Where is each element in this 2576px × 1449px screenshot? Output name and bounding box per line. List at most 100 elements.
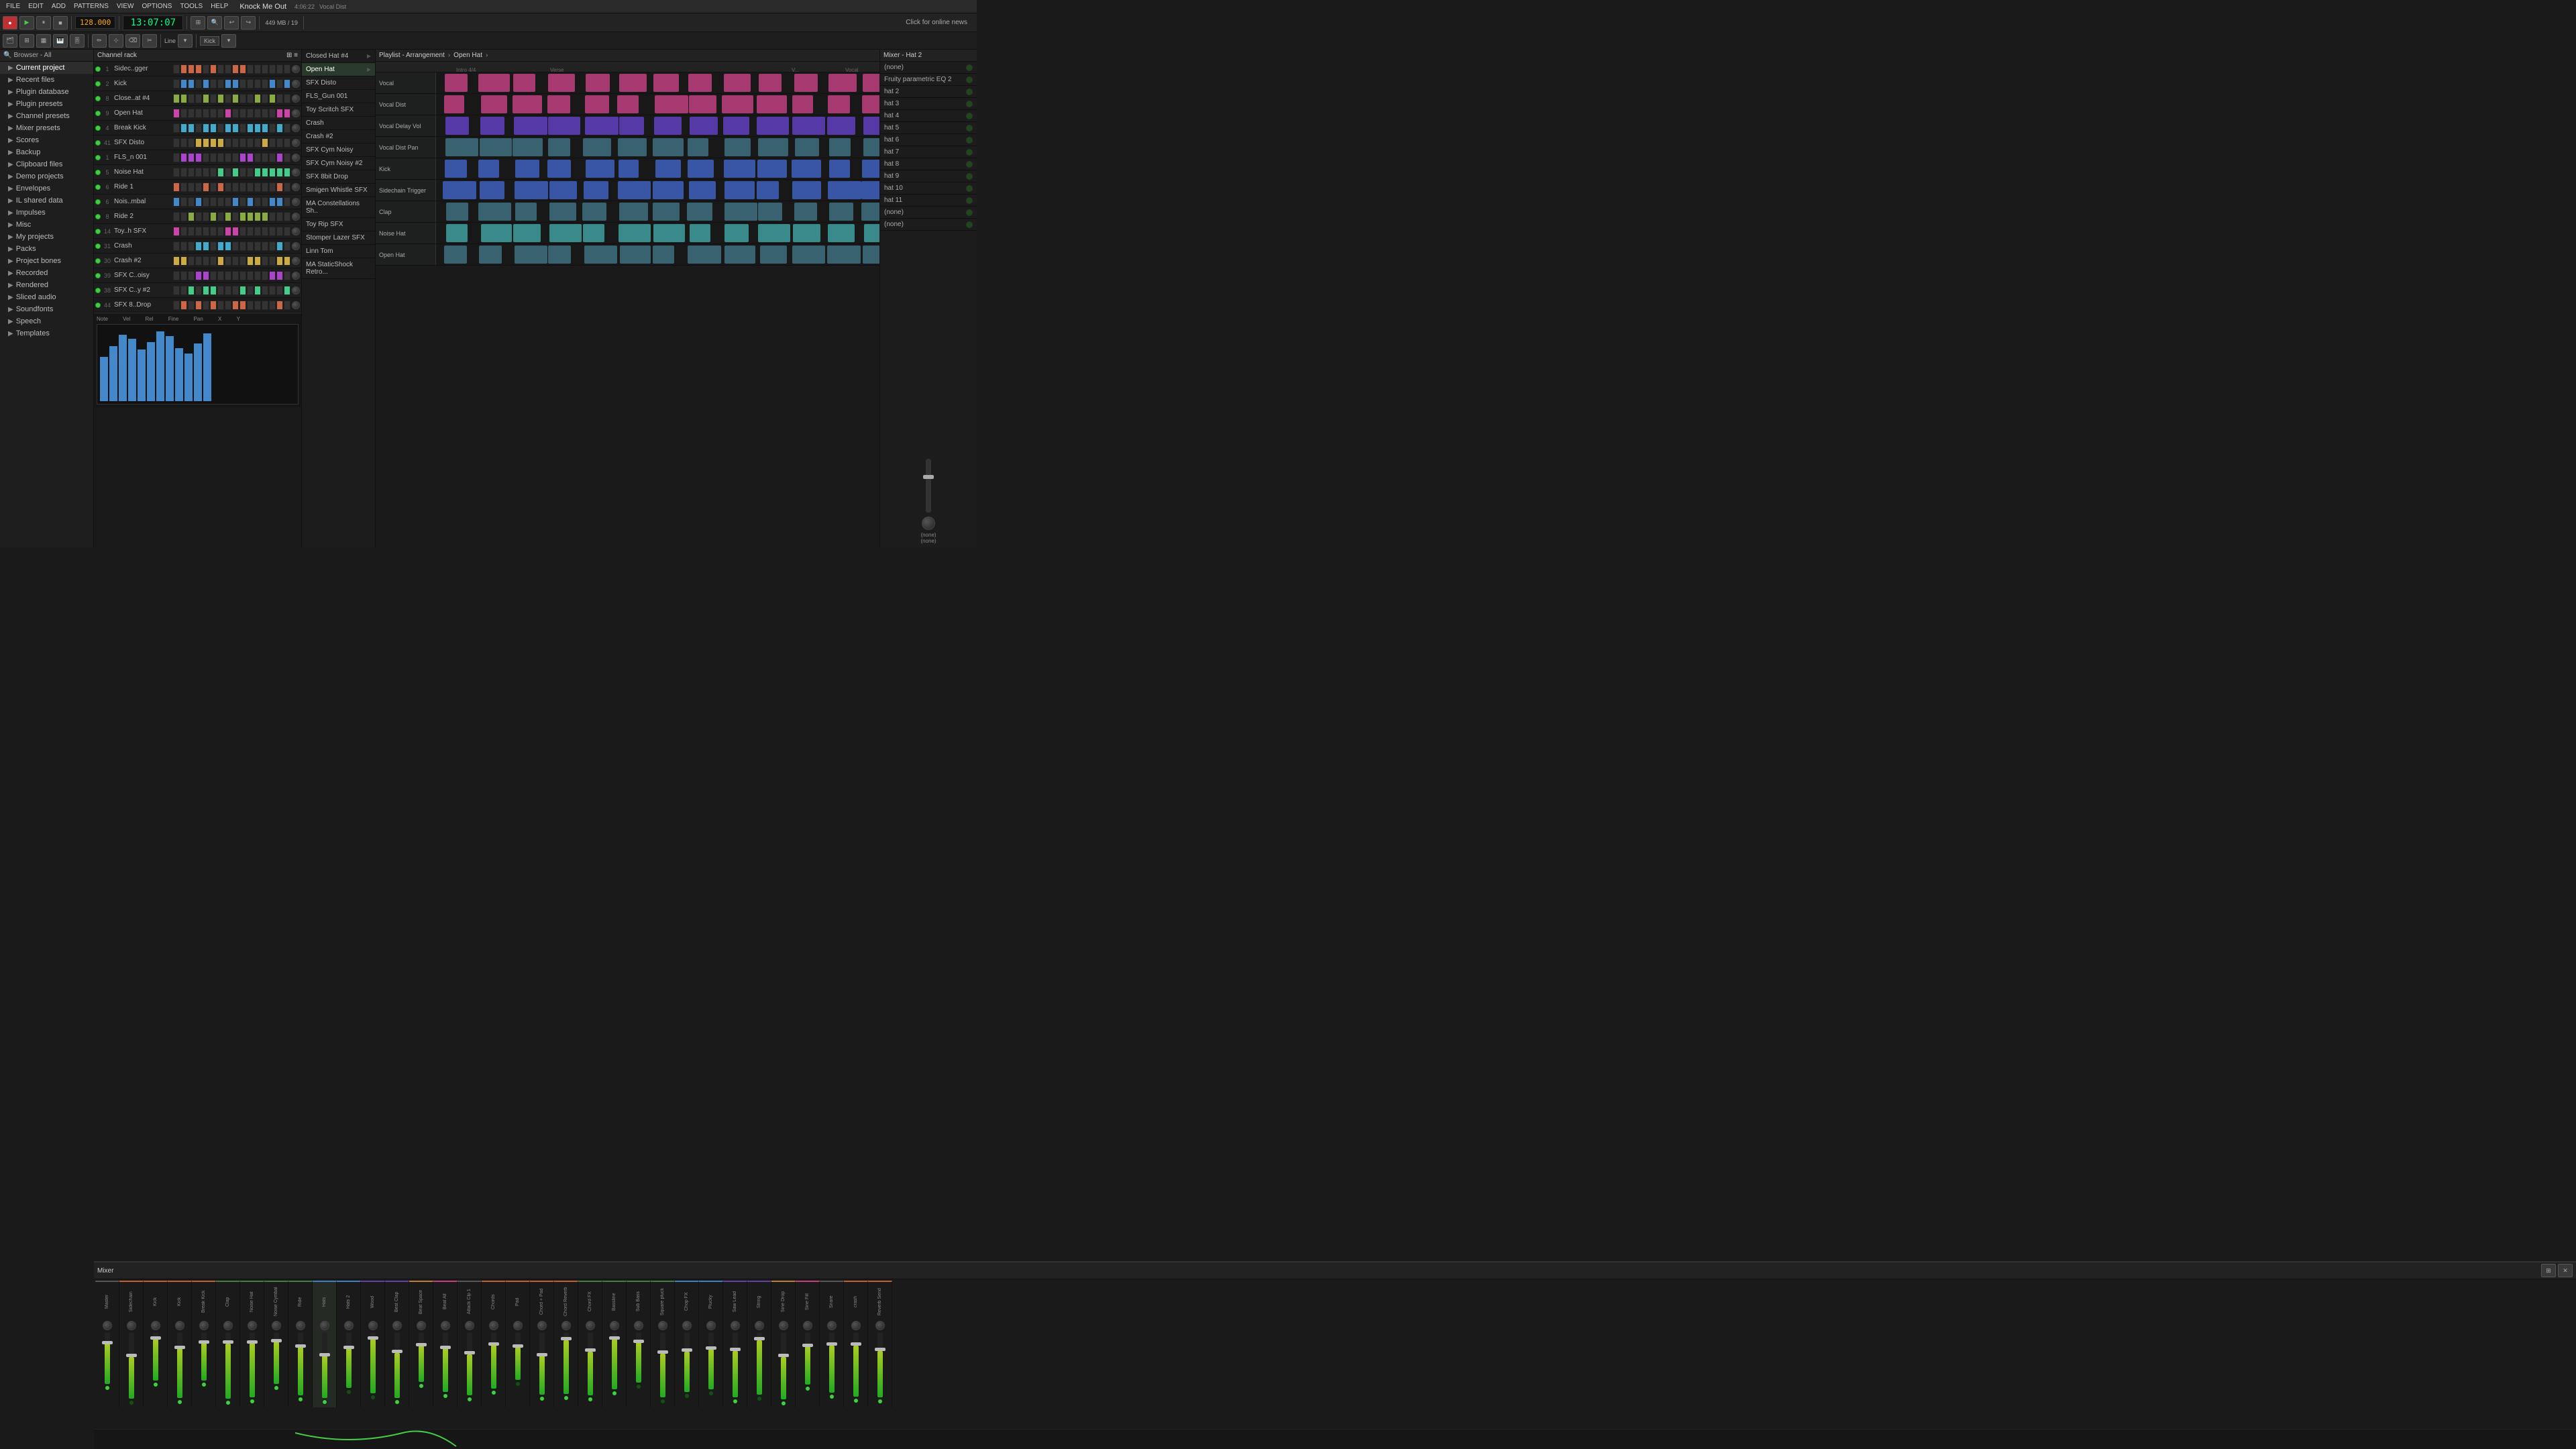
sidebar-item-packs[interactable]: ▶Packs: [0, 243, 93, 255]
step-2-4[interactable]: [203, 94, 209, 103]
step-2-14[interactable]: [276, 94, 283, 103]
mix-pan-12[interactable]: [392, 1321, 402, 1330]
step-14-14[interactable]: [276, 271, 283, 280]
mix-led-31[interactable]: [853, 1398, 859, 1403]
step-0-2[interactable]: [188, 64, 195, 74]
mix-pan-18[interactable]: [537, 1321, 547, 1330]
step-11-2[interactable]: [188, 227, 195, 236]
pattern-5-8[interactable]: [724, 181, 755, 199]
mix-fader-thumb-28[interactable]: [778, 1354, 789, 1357]
mix-led-20[interactable]: [588, 1397, 593, 1402]
step-6-13[interactable]: [269, 153, 276, 162]
step-12-0[interactable]: [173, 241, 180, 251]
step-0-3[interactable]: [195, 64, 202, 74]
pattern-4-7[interactable]: [688, 160, 714, 178]
pattern-2-4[interactable]: [585, 117, 619, 135]
step-6-6[interactable]: [217, 153, 224, 162]
track-content-3[interactable]: [436, 137, 879, 158]
pattern-0-1[interactable]: [478, 74, 511, 92]
sidebar-item-project-bones[interactable]: ▶Project bones: [0, 255, 93, 267]
mix-fader-thumb-19[interactable]: [561, 1337, 572, 1340]
mix-led-9[interactable]: [322, 1399, 327, 1405]
mix-pan-26[interactable]: [731, 1321, 740, 1330]
pattern-8-2[interactable]: [515, 246, 547, 264]
pattern-1-5[interactable]: [617, 95, 639, 113]
mix-fader-thumb-1[interactable]: [126, 1354, 137, 1357]
step-11-15[interactable]: [284, 227, 290, 236]
mix-fader-thumb-10[interactable]: [343, 1346, 354, 1349]
mix-fader-thumb-18[interactable]: [537, 1353, 547, 1356]
track-content-2[interactable]: [436, 115, 879, 136]
sidebar-item-soundfonts[interactable]: ▶Soundfonts: [0, 303, 93, 315]
pattern-3-6[interactable]: [653, 138, 684, 156]
mix-pan-13[interactable]: [417, 1321, 426, 1330]
mix-fader-thumb-9[interactable]: [319, 1353, 330, 1356]
channel-btn[interactable]: ⊞: [19, 34, 34, 48]
step-4-11[interactable]: [254, 123, 261, 133]
mix-pan-15[interactable]: [465, 1321, 474, 1330]
mixer-ch-8[interactable]: Ride: [288, 1281, 313, 1407]
bpm-display[interactable]: 128.000: [75, 16, 115, 29]
step-1-2[interactable]: [188, 79, 195, 89]
step-4-3[interactable]: [195, 123, 202, 133]
step-7-2[interactable]: [188, 168, 195, 177]
step-15-10[interactable]: [247, 286, 254, 295]
channel-row-8[interactable]: 6 Ride 1: [94, 180, 301, 195]
step-12-2[interactable]: [188, 241, 195, 251]
step-10-10[interactable]: [247, 212, 254, 221]
mixer-ch-23[interactable]: Square pluck: [651, 1281, 675, 1407]
slice-btn[interactable]: ✂: [142, 34, 157, 48]
step-13-14[interactable]: [276, 256, 283, 266]
track-content-4[interactable]: [436, 158, 879, 179]
step-13-9[interactable]: [239, 256, 246, 266]
step-14-8[interactable]: [232, 271, 239, 280]
step-11-4[interactable]: [203, 227, 209, 236]
mix-pan-25[interactable]: [706, 1321, 716, 1330]
pianoroll-btn[interactable]: 🎹: [53, 34, 68, 48]
sidebar-item-demo-projects[interactable]: ▶Demo projects: [0, 170, 93, 182]
mix-fader-thumb-3[interactable]: [174, 1346, 185, 1349]
step-6-14[interactable]: [276, 153, 283, 162]
step-15-12[interactable]: [262, 286, 268, 295]
mix-led-30[interactable]: [829, 1394, 835, 1399]
step-15-11[interactable]: [254, 286, 261, 295]
mix-led-11[interactable]: [370, 1395, 376, 1400]
ch-knob-9[interactable]: [292, 198, 300, 206]
sidebar-item-plugin-presets[interactable]: ▶Plugin presets: [0, 98, 93, 110]
mixer-ch-25[interactable]: Plucky: [699, 1281, 723, 1407]
zoom-btn[interactable]: 🔍: [207, 16, 222, 30]
step-16-14[interactable]: [276, 301, 283, 310]
step-14-3[interactable]: [195, 271, 202, 280]
snap-btn[interactable]: ⊞: [191, 16, 205, 30]
right-knob[interactable]: [922, 517, 935, 530]
mix-pan-4[interactable]: [199, 1321, 209, 1330]
step-13-12[interactable]: [262, 256, 268, 266]
mix-pan-30[interactable]: [827, 1321, 837, 1330]
pattern-4-1[interactable]: [478, 160, 498, 178]
step-16-2[interactable]: [188, 301, 195, 310]
pattern-7-9[interactable]: [758, 224, 790, 242]
pattern-3-3[interactable]: [548, 138, 570, 156]
step-7-9[interactable]: [239, 168, 246, 177]
mix-led-0[interactable]: [105, 1385, 110, 1391]
mixer-ch-31[interactable]: crash: [844, 1281, 868, 1407]
step-11-1[interactable]: [180, 227, 187, 236]
step-16-8[interactable]: [232, 301, 239, 310]
pattern-0-4[interactable]: [586, 74, 610, 92]
step-10-0[interactable]: [173, 212, 180, 221]
pattern-3-0[interactable]: [445, 138, 478, 156]
mix-pan-17[interactable]: [513, 1321, 523, 1330]
track-content-5[interactable]: [436, 180, 879, 201]
step-5-0[interactable]: [173, 138, 180, 148]
step-5-6[interactable]: [217, 138, 224, 148]
eq-item-5[interactable]: hat 5: [880, 122, 977, 134]
mix-fader-thumb-8[interactable]: [295, 1344, 306, 1348]
step-16-1[interactable]: [180, 301, 187, 310]
step-2-12[interactable]: [262, 94, 268, 103]
mix-led-8[interactable]: [298, 1397, 303, 1402]
step-11-6[interactable]: [217, 227, 224, 236]
step-0-6[interactable]: [217, 64, 224, 74]
step-9-14[interactable]: [276, 197, 283, 207]
step-6-0[interactable]: [173, 153, 180, 162]
mixer-ch-29[interactable]: Sine Fill: [796, 1281, 820, 1407]
